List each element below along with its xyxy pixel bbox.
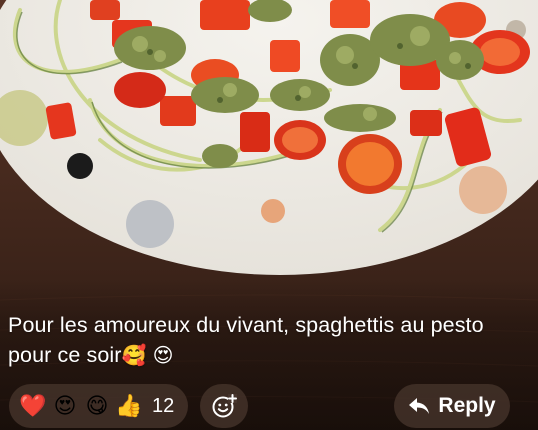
add-reaction-button[interactable] xyxy=(200,384,248,428)
heart-eyes-reaction[interactable]: 😍 xyxy=(51,395,79,417)
post-caption: Pour les amoureux du vivant, spaghettis … xyxy=(8,310,528,371)
smiley-plus-icon xyxy=(212,394,237,418)
reply-label: Reply xyxy=(438,394,496,417)
reply-arrow-icon xyxy=(409,398,430,414)
reactions-bar[interactable]: ❤️ 😍 😋 👍 12 xyxy=(9,384,189,428)
thumbs-up-reaction[interactable]: 👍 xyxy=(115,395,143,417)
heart-eyes-emoji: 😍 xyxy=(152,345,174,367)
caption-text: Pour les amoureux du vivant, spaghettis … xyxy=(8,313,484,367)
reply-button[interactable]: Reply xyxy=(394,384,510,428)
smiling-face-with-hearts-emoji: 🥰 xyxy=(121,345,147,367)
yum-face-reaction[interactable]: 😋 xyxy=(83,395,111,417)
reaction-count: 12 xyxy=(152,394,175,417)
red-heart-reaction[interactable]: ❤️ xyxy=(19,395,47,417)
